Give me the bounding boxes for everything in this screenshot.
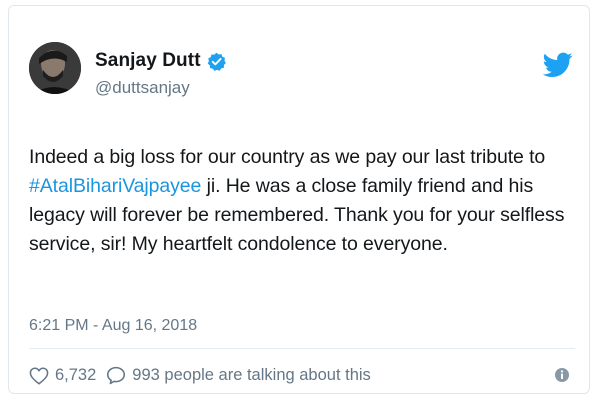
like-button[interactable]: 6,732: [29, 366, 96, 385]
avatar[interactable]: [29, 42, 81, 94]
talking-about-label: 993 people are talking about this: [132, 366, 371, 384]
user-name-row: Sanjay Dutt: [95, 50, 226, 72]
tweet-card: Sanjay Dutt @duttsanjay Indeed a big los…: [8, 5, 590, 394]
twitter-bird-icon[interactable]: [542, 52, 573, 78]
divider: [29, 348, 575, 349]
verified-badge-icon: [207, 52, 226, 71]
tweet-text: Indeed a big loss for our country as we …: [29, 143, 584, 259]
speech-bubble-icon: [107, 366, 126, 385]
display-name[interactable]: Sanjay Dutt: [95, 50, 201, 72]
like-count: 6,732: [55, 366, 97, 384]
heart-icon: [29, 366, 49, 385]
info-icon[interactable]: [553, 366, 571, 384]
user-avatar-image: [29, 42, 81, 94]
user-handle[interactable]: @duttsanjay: [95, 78, 190, 98]
hashtag-link[interactable]: #AtalBihariVajpayee: [29, 175, 201, 197]
conversation-button[interactable]: 993 people are talking about this: [106, 366, 371, 385]
tweet-text-before: Indeed a big loss for our country as we …: [29, 146, 546, 168]
tweet-timestamp[interactable]: 6:21 PM - Aug 16, 2018: [29, 317, 197, 335]
tweet-actions: 6,732 993 people are talking about this: [29, 366, 381, 385]
